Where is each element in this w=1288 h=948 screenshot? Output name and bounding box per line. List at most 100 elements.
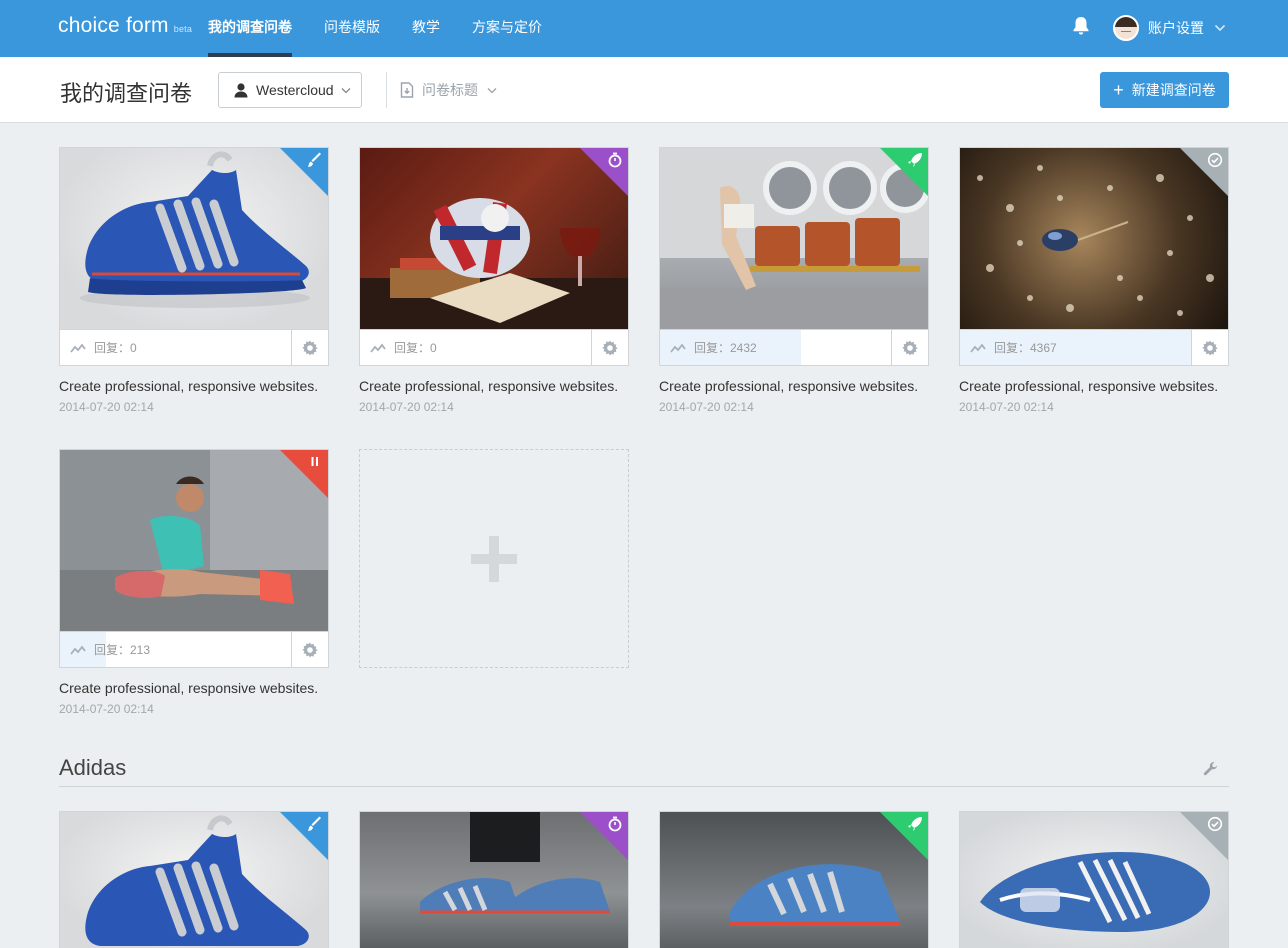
pause-icon — [311, 457, 318, 466]
survey-thumbnail[interactable] — [959, 147, 1229, 329]
trend-icon — [670, 343, 686, 353]
top-navbar: choice form beta 我的调查问卷 问卷模版 教学 方案与定价 账户设… — [0, 0, 1288, 57]
trend-icon — [370, 343, 386, 353]
survey-title[interactable]: Create professional, responsive websites… — [359, 378, 629, 394]
plus-icon: + — [1113, 80, 1124, 100]
trend-icon — [70, 343, 86, 353]
chevron-down-icon — [487, 87, 497, 93]
reply-stats[interactable]: 回复：2432 — [660, 330, 891, 365]
add-survey-card[interactable] — [359, 449, 629, 668]
logo-beta: beta — [173, 24, 193, 34]
main-nav: 我的调查问卷 问卷模版 教学 方案与定价 — [192, 0, 558, 57]
survey-footer: 回复：2432 — [659, 329, 929, 366]
nav-my-surveys[interactable]: 我的调查问卷 — [192, 0, 308, 57]
trend-icon — [970, 343, 986, 353]
logo-text: choice form — [58, 14, 169, 37]
account-settings-label: 账户设置 — [1148, 20, 1204, 36]
survey-card[interactable] — [359, 811, 629, 948]
logo[interactable]: choice form beta — [58, 14, 192, 38]
brush-icon — [308, 816, 321, 831]
timer-icon — [608, 816, 622, 832]
survey-date: 2014-07-20 02:14 — [659, 400, 754, 414]
reply-stats[interactable]: 回复：0 — [60, 330, 291, 365]
survey-date: 2014-07-20 02:14 — [59, 702, 154, 716]
survey-thumbnail[interactable] — [59, 449, 329, 631]
survey-title[interactable]: Create professional, responsive websites… — [959, 378, 1229, 394]
settings-button[interactable] — [1191, 330, 1228, 365]
survey-footer: 回复：213 — [59, 631, 329, 668]
reply-stats[interactable]: 回复：213 — [60, 632, 291, 667]
nav-tutorials[interactable]: 教学 — [396, 0, 456, 57]
gear-icon — [602, 340, 618, 355]
survey-card[interactable] — [59, 811, 329, 948]
timer-icon — [608, 152, 622, 168]
survey-thumbnail[interactable] — [959, 811, 1229, 948]
survey-title[interactable]: Create professional, responsive websites… — [59, 680, 329, 696]
survey-card[interactable] — [959, 811, 1229, 948]
nav-pricing[interactable]: 方案与定价 — [456, 0, 558, 57]
avatar — [1113, 15, 1139, 41]
gear-icon — [302, 642, 318, 657]
survey-card[interactable] — [659, 811, 929, 948]
file-sort-icon — [400, 82, 414, 98]
survey-date: 2014-07-20 02:14 — [59, 400, 154, 414]
sort-label: 问卷标题 — [422, 82, 478, 98]
wrench-icon[interactable] — [1203, 761, 1219, 777]
reply-count: 回复：0 — [94, 341, 137, 355]
group-title: Adidas — [59, 755, 127, 780]
reply-stats[interactable]: 回复：4367 — [960, 330, 1191, 365]
owner-select-value: Westercloud — [256, 82, 334, 98]
bell-icon[interactable] — [1072, 16, 1090, 36]
settings-button[interactable] — [891, 330, 928, 365]
survey-card[interactable]: 回复：213 Create professional, responsive w… — [59, 449, 329, 716]
group-divider — [59, 786, 1229, 787]
survey-card[interactable]: 回复：2432 Create professional, responsive … — [659, 147, 929, 414]
reply-count: 回复：213 — [94, 643, 151, 657]
settings-button[interactable] — [291, 632, 328, 667]
survey-card[interactable]: 回复：0 Create professional, responsive web… — [59, 147, 329, 414]
user-icon — [234, 83, 248, 98]
rocket-icon — [908, 153, 922, 167]
gear-icon — [902, 340, 918, 355]
chevron-down-icon — [1214, 24, 1226, 32]
gear-icon — [1202, 340, 1218, 355]
divider — [386, 72, 387, 108]
plus-icon — [471, 535, 517, 582]
survey-date: 2014-07-20 02:14 — [959, 400, 1054, 414]
page-title: 我的调查问卷 — [60, 81, 193, 106]
survey-card[interactable]: 回复：0 Create professional, responsive web… — [359, 147, 629, 414]
reply-count: 回复：2432 — [694, 341, 757, 355]
sort-dropdown[interactable]: 问卷标题 — [400, 80, 497, 100]
new-survey-button[interactable]: + 新建调查问卷 — [1100, 72, 1229, 108]
survey-card[interactable]: 回复：4367 Create professional, responsive … — [959, 147, 1229, 414]
survey-footer: 回复：0 — [359, 329, 629, 366]
rocket-icon — [908, 817, 922, 831]
survey-date: 2014-07-20 02:14 — [359, 400, 454, 414]
survey-thumbnail[interactable] — [659, 147, 929, 329]
survey-thumbnail[interactable] — [59, 147, 329, 329]
survey-footer: 回复：4367 — [959, 329, 1229, 366]
check-icon — [1207, 152, 1223, 168]
owner-select[interactable]: Westercloud — [218, 72, 362, 108]
brush-icon — [308, 152, 321, 167]
reply-stats[interactable]: 回复：0 — [360, 330, 591, 365]
trend-icon — [70, 645, 86, 655]
survey-footer: 回复：0 — [59, 329, 329, 366]
settings-button[interactable] — [591, 330, 628, 365]
reply-count: 回复：4367 — [994, 341, 1057, 355]
check-icon — [1207, 816, 1223, 832]
page-header — [0, 57, 1288, 123]
survey-thumbnail[interactable] — [659, 811, 929, 948]
account-menu[interactable]: 账户设置 — [1113, 14, 1226, 42]
survey-title[interactable]: Create professional, responsive websites… — [59, 378, 329, 394]
new-survey-label: 新建调查问卷 — [1131, 82, 1216, 98]
nav-templates[interactable]: 问卷模版 — [308, 0, 396, 57]
chevron-down-icon — [341, 88, 351, 94]
survey-thumbnail[interactable] — [359, 811, 629, 948]
survey-title[interactable]: Create professional, responsive websites… — [659, 378, 929, 394]
gear-icon — [302, 340, 318, 355]
survey-thumbnail[interactable] — [359, 147, 629, 329]
settings-button[interactable] — [291, 330, 328, 365]
reply-count: 回复：0 — [394, 341, 437, 355]
survey-thumbnail[interactable] — [59, 811, 329, 948]
